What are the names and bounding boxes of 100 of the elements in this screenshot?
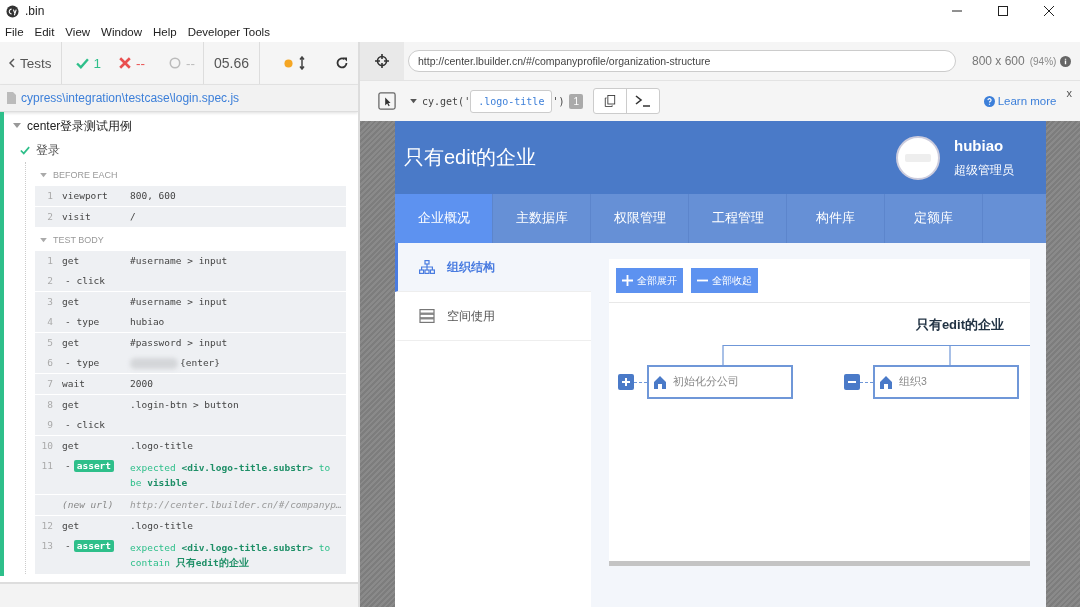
line-number: 1 [47,255,53,266]
line-number: 13 [41,540,53,551]
command-name: viewport [62,190,108,202]
line-number: 11 [41,460,53,471]
zoom-level: (94%) [1029,55,1057,67]
command-message: #username > input [130,255,228,267]
command-message: 2000 [130,378,153,390]
nav-tab[interactable]: 定额库 [885,194,983,243]
command-name: - type [64,316,100,328]
sidebar-label: 组织结构 [447,258,495,276]
house-icon [879,375,893,389]
command-name: get [62,440,80,452]
check-icon [75,57,89,69]
menu-item[interactable]: View [65,26,91,38]
nav-tab[interactable]: 企业概况 [395,194,493,243]
command-name: wait [62,378,85,390]
dash: - [64,460,71,472]
file-icon [7,92,16,104]
status-dot-icon [284,58,294,68]
command-name: - type [64,357,100,369]
command-message: #username > input [130,296,228,308]
help-icon [983,95,995,107]
nav-tab[interactable]: 权限管理 [591,194,689,243]
selector-playground-icon[interactable] [378,92,396,110]
line-number: 4 [47,316,53,327]
pending-icon [169,57,182,69]
command-name: get [62,255,80,267]
command-name: - click [64,419,106,431]
command-suffix: ') [552,95,565,107]
command-message: .login-btn > button [130,399,239,411]
scroll-arrows-icon[interactable] [299,56,306,70]
tests-button[interactable]: Tests [0,42,61,84]
assert-message: expected <div.logo-title.substr> to be visible [130,461,332,490]
sidebar-item[interactable]: 空间使用 [395,292,591,341]
menu-item[interactable]: Help [153,26,177,38]
storage-icon [419,309,435,323]
command-name: visit [62,211,91,223]
url-field[interactable]: http://center.lbuilder.cn/#/companyprofile/organization-structure [408,50,956,72]
command-message: .logo-title [130,440,193,452]
command-message: / [130,211,136,223]
org-node[interactable]: 组织3 [873,365,1019,399]
user-role: 超级管理员 [954,161,1014,179]
pending-count: -- [186,55,196,71]
dash: - [64,540,71,552]
line-number: 2 [47,275,53,286]
viewport-size: 800 x 600 [972,54,1025,68]
company-title: 只有edit的企业 [404,145,538,170]
failed-count: -- [136,55,146,71]
assert-message: expected <div.logo-title.substr> to contain 只有edit的企业 [130,541,332,570]
menu-item[interactable]: Developer Tools [187,26,270,38]
learn-more-link[interactable]: Learn more [997,95,1057,107]
menu-item[interactable]: File [5,26,24,38]
command-message: #password > input [130,337,228,349]
command-name: get [62,337,80,349]
sidebar-item[interactable]: 组织结构 [395,243,591,292]
plus-icon [622,275,633,286]
toggle-button[interactable] [618,374,634,390]
user-name: hubiao [954,136,1005,154]
command-message: .logo-title [130,520,193,532]
caret-icon[interactable] [410,98,417,104]
match-count: 1 [569,93,583,109]
suite-title[interactable]: center登录测试用例 [27,117,133,135]
test-title[interactable]: 登录 [36,141,60,159]
nav-tab[interactable]: 工程管理 [689,194,787,243]
close-selector-button[interactable]: x [1066,87,1072,99]
line-number: 5 [47,337,53,348]
command-message: 800, 600 [130,190,176,202]
line-number: 6 [47,357,53,368]
hook-label: TEST BODY [53,235,104,245]
house-icon [653,375,667,389]
menu-item[interactable]: Edit [34,26,55,38]
duration: 05.66 [213,55,251,71]
reload-icon[interactable] [335,56,350,70]
assert-badge: assert [73,540,115,552]
command-name: get [62,296,80,308]
line-number: 3 [47,296,53,307]
passed-count: 1 [93,55,102,71]
window-title: .bin [25,4,45,18]
info-icon[interactable] [1060,55,1072,67]
app-logo-icon [6,4,19,18]
maximize-icon[interactable] [998,6,1008,16]
nav-tab[interactable]: 构件库 [787,194,885,243]
collapse-all-button[interactable]: 全部收起 [691,268,758,293]
line-number: 9 [47,419,53,430]
toggle-button[interactable] [844,374,860,390]
hook-label: BEFORE EACH [53,170,118,180]
cross-icon [119,57,132,69]
selector-field[interactable]: .logo-title [470,89,553,113]
command-message: {enter} [180,357,221,369]
chevron-icon [9,58,15,68]
crosshair-icon[interactable] [375,54,389,68]
org-node[interactable]: 初始化分公司 [647,365,793,399]
line-number: 1 [47,190,53,201]
caret-icon[interactable] [13,123,21,129]
close-icon[interactable] [1044,6,1054,16]
org-root-title: 只有edit的企业 [915,316,1004,334]
expand-all-button[interactable]: 全部展开 [616,268,683,293]
command-name: - click [64,275,106,287]
assert-badge: assert [73,460,115,472]
menu-item[interactable]: Window [101,26,142,38]
